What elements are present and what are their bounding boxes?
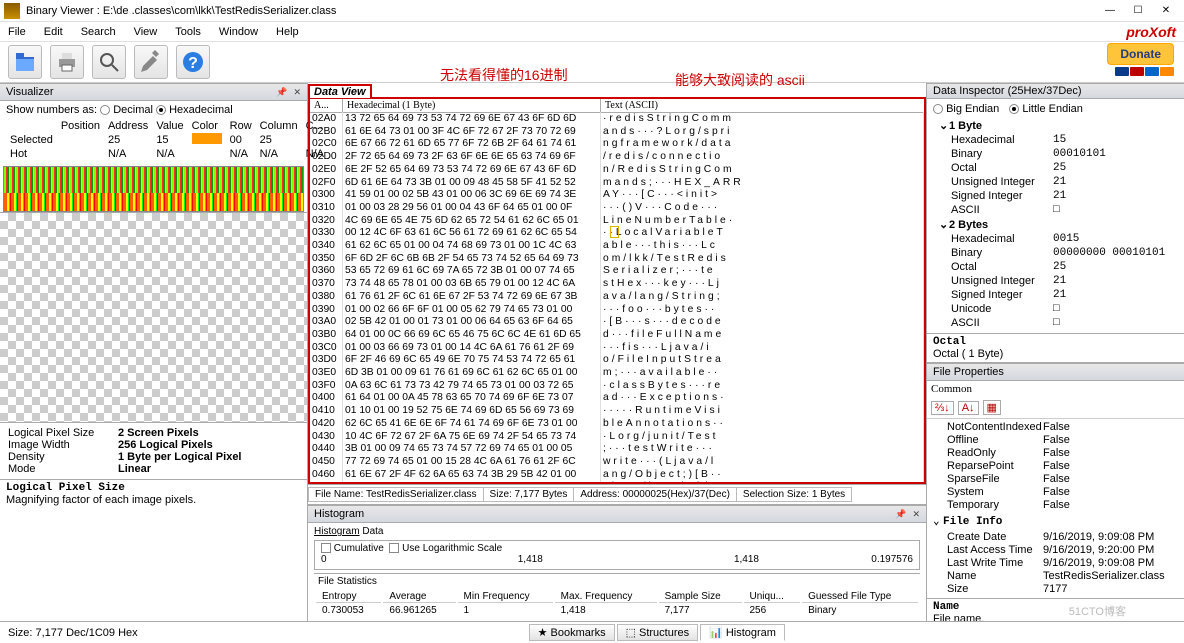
log-checkbox[interactable] (389, 543, 399, 553)
menu-file[interactable]: File (8, 26, 26, 38)
menu-search[interactable]: Search (81, 26, 116, 38)
hex-radio[interactable] (156, 105, 166, 115)
print-button[interactable] (50, 45, 84, 79)
menu-view[interactable]: View (134, 26, 158, 38)
menu-window[interactable]: Window (219, 26, 258, 38)
visualizer-title: Visualizer📌✕ (0, 83, 307, 101)
sb-histogram[interactable]: 📊 Histogram (700, 624, 785, 641)
fileprops-grid: NotContentIndexedFalseOfflineFalseReadOn… (927, 419, 1184, 514)
sb-structures[interactable]: ⬚ Structures (617, 624, 699, 641)
data-view-status: File Name: TestRedisSerializer.class Siz… (308, 484, 926, 504)
categorize-icon[interactable]: A↓ (958, 401, 979, 415)
visualizer-canvas (0, 212, 307, 422)
window-title: Binary Viewer : E:\de .classes\com\lkk\T… (26, 5, 336, 17)
titlebar: Binary Viewer : E:\de .classes\com\lkk\T… (0, 0, 1184, 22)
histogram-title: Histogram📌✕ (308, 505, 926, 523)
minimize-button[interactable]: — (1096, 1, 1124, 21)
sb-bookmarks[interactable]: ★ Bookmarks (529, 624, 615, 641)
inspector-title: Data Inspector (25Hex/37Dec) (927, 83, 1184, 99)
menu-edit[interactable]: Edit (44, 26, 63, 38)
brand-label: proXoft (1126, 24, 1176, 40)
annotation-hex: 无法看得懂的16进制 (440, 65, 568, 85)
inspector-tree: 1 Byte Hexadecimal15Binary00010101Octal2… (933, 119, 1178, 331)
donate-button[interactable]: Donate (1107, 43, 1174, 65)
file-statistics-title: File Statistics (314, 574, 920, 589)
close-icon[interactable]: ✕ (912, 509, 920, 520)
toolbar: ? Donate (0, 42, 1184, 83)
grid-icon[interactable]: ▦ (983, 400, 1001, 415)
fileprops-toolbar: ⅔↓ A↓ ▦ (927, 397, 1184, 419)
histogram-tab[interactable]: Histogram (314, 526, 360, 537)
annotation-ascii: 能够大致阅读的 ascii (675, 70, 805, 90)
menubar: File Edit Search View Tools Window Help (0, 22, 1184, 42)
little-endian-radio[interactable] (1009, 104, 1019, 114)
open-file-button[interactable] (8, 45, 42, 79)
inspector-help: Octal Octal ( 1 Byte) (927, 333, 1184, 362)
cursor-box (610, 226, 619, 238)
endian-radio: Big Endian Little Endian (933, 101, 1178, 119)
decimal-radio[interactable] (100, 105, 110, 115)
property-help: Logical Pixel Size Magnifying factor of … (0, 479, 307, 508)
data-view-title: Data View (308, 84, 372, 98)
card-icons (1107, 67, 1174, 76)
statusbar: Size: 7,177 Dec/1C09 Hex ★ Bookmarks ⬚ S… (0, 621, 1184, 643)
number-base-radio: Show numbers as: Decimal Hexadecimal (6, 104, 301, 116)
cumulative-checkbox[interactable] (321, 543, 331, 553)
close-icon[interactable]: ✕ (293, 87, 301, 98)
byte-visualization[interactable] (3, 166, 304, 212)
maximize-button[interactable]: ☐ (1124, 1, 1152, 21)
visualizer-properties: Logical Pixel Size2 Screen Pixels Image … (0, 423, 307, 479)
hex-grid[interactable]: 02A0 02B0 02C0 02D0 02E0 02F0 0300 0310 … (308, 112, 926, 484)
pin-icon[interactable]: 📌 (895, 509, 906, 520)
histogram-chart: Cumulative Use Logarithmic Scale 01,4181… (314, 540, 920, 570)
watermark: 51CTO博客 (1069, 603, 1126, 619)
help-button[interactable]: ? (176, 45, 210, 79)
menu-tools[interactable]: Tools (175, 26, 201, 38)
visualizer-table: PositionAddressValueColorRowColumnC... S… (6, 119, 328, 161)
data-view-header: A... Hexadecimal (1 Byte) Text (ASCII) (308, 97, 926, 113)
settings-button[interactable] (134, 45, 168, 79)
svg-text:?: ? (188, 55, 198, 72)
app-icon (4, 3, 20, 19)
close-button[interactable]: ✕ (1152, 1, 1180, 21)
sort-icon[interactable]: ⅔↓ (931, 401, 954, 415)
menu-help[interactable]: Help (276, 26, 299, 38)
search-button[interactable] (92, 45, 126, 79)
histogram-data-tab[interactable]: Data (362, 526, 383, 537)
pin-icon[interactable]: 📌 (276, 87, 287, 98)
file-statistics-table: EntropyAverageMin FrequencyMax. Frequenc… (314, 589, 920, 618)
big-endian-radio[interactable] (933, 104, 943, 114)
fileprops-title: File Properties (927, 363, 1184, 381)
